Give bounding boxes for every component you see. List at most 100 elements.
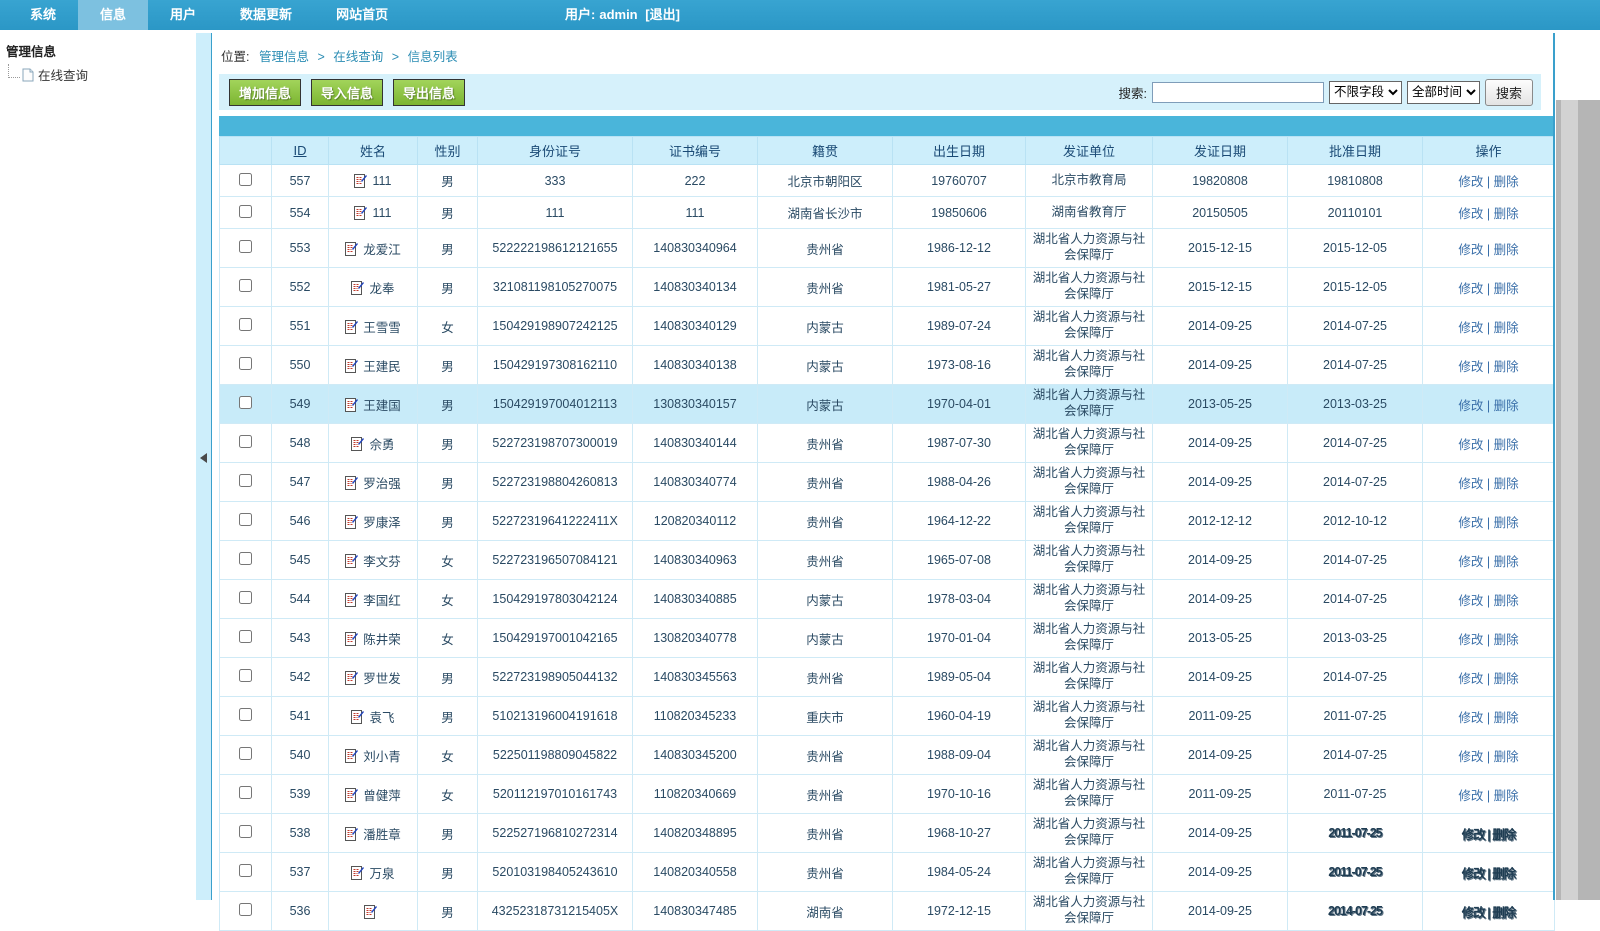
time-select[interactable]: 全部时间 — [1407, 81, 1480, 104]
table-row: 551 王雪雪 女 150429198907242125 14083034012… — [220, 307, 1555, 346]
import-info-button[interactable]: 导入信息 — [311, 79, 383, 106]
edit-link[interactable]: 修改 — [1458, 633, 1483, 647]
field-select[interactable]: 不限字段 — [1329, 81, 1402, 104]
edit-link[interactable]: 修改 — [1458, 477, 1483, 491]
row-checkbox[interactable] — [239, 747, 252, 760]
delete-link[interactable]: 删除 — [1494, 360, 1519, 374]
row-checkbox[interactable] — [239, 205, 252, 218]
edit-link[interactable]: 修改 — [1458, 175, 1483, 189]
delete-link[interactable]: 删除 — [1494, 399, 1519, 413]
edit-link[interactable]: 修改 — [1458, 321, 1483, 335]
cell-cert-number: 140820340558 — [633, 853, 758, 892]
row-checkbox[interactable] — [239, 279, 252, 292]
delete-link[interactable]: 删除 — [1492, 906, 1515, 920]
row-checkbox[interactable] — [239, 903, 252, 916]
row-checkbox[interactable] — [239, 864, 252, 877]
row-checkbox[interactable] — [239, 591, 252, 604]
edit-link[interactable]: 修改 — [1458, 360, 1483, 374]
cell-id: 541 — [272, 697, 329, 736]
edit-link[interactable]: 修改 — [1458, 672, 1483, 686]
row-checkbox[interactable] — [239, 825, 252, 838]
right-scrollbar-track[interactable] — [1556, 100, 1600, 900]
row-checkbox[interactable] — [239, 318, 252, 331]
header-id-sort-link[interactable]: ID — [294, 143, 307, 158]
cell-gender: 男 — [418, 697, 478, 736]
row-checkbox[interactable] — [239, 786, 252, 799]
breadcrumb-link-1[interactable]: 管理信息 — [259, 50, 309, 64]
edit-link[interactable]: 修改 — [1458, 750, 1483, 764]
delete-link[interactable]: 删除 — [1494, 477, 1519, 491]
row-checkbox[interactable] — [239, 435, 252, 448]
delete-link[interactable]: 删除 — [1494, 594, 1519, 608]
sidebar-item-online-query[interactable]: 在线查询 — [0, 64, 196, 85]
row-checkbox[interactable] — [239, 708, 252, 721]
nav-tab-5[interactable]: 网站首页 — [314, 0, 410, 30]
document-icon — [22, 68, 34, 82]
delete-link[interactable]: 删除 — [1494, 207, 1519, 221]
breadcrumb-prefix: 位置: — [221, 50, 249, 64]
edit-link[interactable]: 修改 — [1458, 438, 1483, 452]
nav-tab-4[interactable]: 数据更新 — [218, 0, 314, 30]
nav-tab-1[interactable]: 系统 — [8, 0, 78, 30]
edit-link[interactable]: 修改 — [1458, 243, 1483, 257]
edit-link[interactable]: 修改 — [1458, 594, 1483, 608]
delete-link[interactable]: 删除 — [1494, 516, 1519, 530]
edit-link[interactable]: 修改 — [1462, 906, 1485, 920]
cell-issue-date: 20150505 — [1153, 197, 1288, 229]
add-info-button[interactable]: 增加信息 — [229, 79, 301, 106]
breadcrumb-link-3[interactable]: 信息列表 — [408, 50, 458, 64]
delete-link[interactable]: 删除 — [1494, 243, 1519, 257]
scrollbar-thumb[interactable] — [1561, 100, 1578, 900]
header-cert-number: 证书编号 — [633, 137, 758, 165]
search-button[interactable]: 搜索 — [1485, 79, 1533, 106]
cell-birth-date: 1970-04-01 — [893, 385, 1026, 424]
row-checkbox[interactable] — [239, 173, 252, 186]
row-checkbox[interactable] — [239, 240, 252, 253]
delete-link[interactable]: 删除 — [1494, 633, 1519, 647]
cell-native-place: 贵州省 — [758, 268, 893, 307]
delete-link[interactable]: 删除 — [1492, 867, 1515, 881]
delete-link[interactable]: 删除 — [1494, 321, 1519, 335]
cell-issue-unit: 湖北省人力资源与社会保障厅 — [1026, 463, 1153, 502]
delete-link[interactable]: 删除 — [1494, 711, 1519, 725]
delete-link[interactable]: 删除 — [1494, 789, 1519, 803]
cell-ops: 修改 | 删除 — [1423, 814, 1555, 853]
edit-link[interactable]: 修改 — [1458, 282, 1483, 296]
edit-link[interactable]: 修改 — [1458, 207, 1483, 221]
edit-link[interactable]: 修改 — [1458, 711, 1483, 725]
delete-link[interactable]: 删除 — [1494, 175, 1519, 189]
breadcrumb-link-2[interactable]: 在线查询 — [333, 50, 383, 64]
delete-link[interactable]: 删除 — [1494, 438, 1519, 452]
edit-link[interactable]: 修改 — [1462, 867, 1485, 881]
row-checkbox[interactable] — [239, 474, 252, 487]
cell-approve-date: 2014-07-25 — [1288, 541, 1423, 580]
ops-separator: | — [1483, 207, 1493, 221]
row-checkbox[interactable] — [239, 630, 252, 643]
delete-link[interactable]: 删除 — [1494, 555, 1519, 569]
row-checkbox[interactable] — [239, 513, 252, 526]
row-checkbox[interactable] — [239, 357, 252, 370]
edit-link[interactable]: 修改 — [1458, 399, 1483, 413]
row-checkbox[interactable] — [239, 552, 252, 565]
cell-cert-number: 110820340669 — [633, 775, 758, 814]
cell-birth-date: 1988-09-04 — [893, 736, 1026, 775]
row-checkbox[interactable] — [239, 669, 252, 682]
edit-link[interactable]: 修改 — [1458, 789, 1483, 803]
nav-tab-2[interactable]: 信息 — [78, 0, 148, 30]
cell-name: 陈井荣 — [329, 619, 418, 658]
search-input[interactable] — [1152, 82, 1324, 103]
row-checkbox[interactable] — [239, 396, 252, 409]
edit-link[interactable]: 修改 — [1458, 516, 1483, 530]
collapse-sidebar-arrow-icon[interactable] — [200, 453, 207, 463]
delete-link[interactable]: 删除 — [1494, 750, 1519, 764]
export-info-button[interactable]: 导出信息 — [393, 79, 465, 106]
edit-link[interactable]: 修改 — [1462, 828, 1485, 842]
logout-link[interactable]: [退出] — [645, 7, 680, 22]
delete-link[interactable]: 删除 — [1492, 828, 1515, 842]
cell-gender: 男 — [418, 892, 478, 931]
nav-tab-3[interactable]: 用户 — [148, 0, 218, 30]
cell-ops: 修改 | 删除 — [1423, 580, 1555, 619]
edit-link[interactable]: 修改 — [1458, 555, 1483, 569]
delete-link[interactable]: 删除 — [1494, 282, 1519, 296]
delete-link[interactable]: 删除 — [1494, 672, 1519, 686]
